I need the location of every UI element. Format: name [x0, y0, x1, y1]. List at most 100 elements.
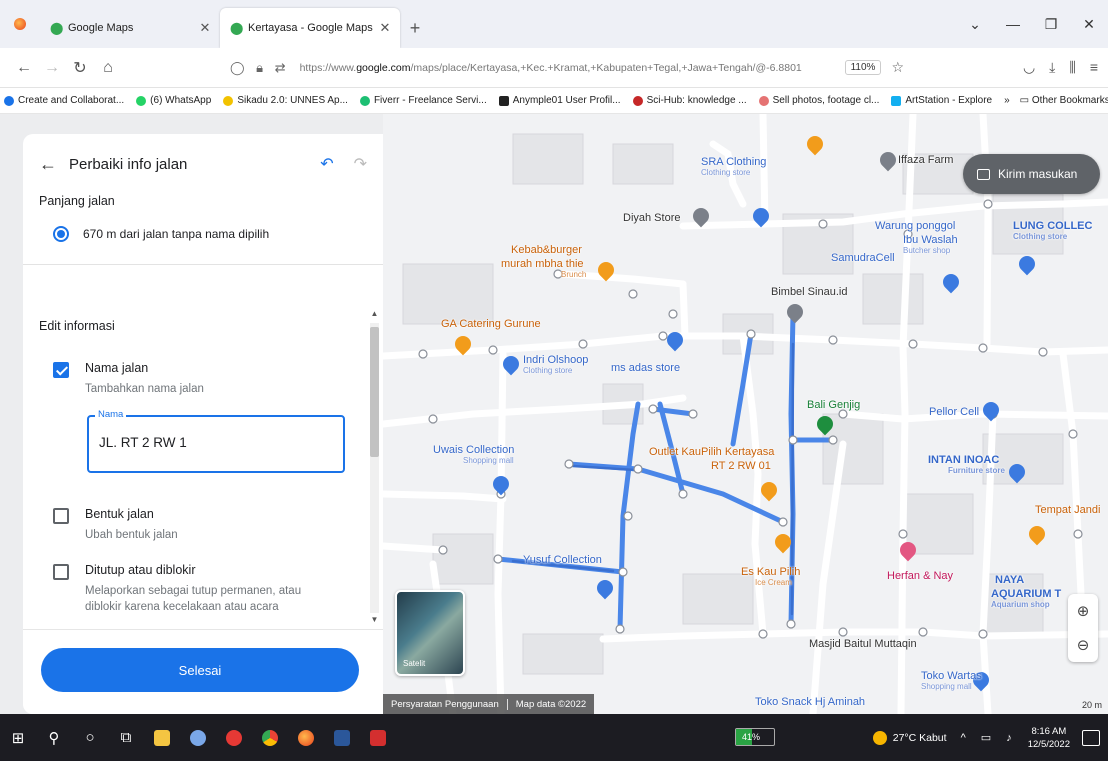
map-place-label[interactable]: Indri Olshoop Clothing store: [523, 354, 588, 375]
map-place-label[interactable]: Pellor Cell: [929, 406, 979, 418]
map-place-label[interactable]: murah mbha thie Brunch: [501, 258, 586, 279]
forward-arrow-icon[interactable]: →: [38, 59, 66, 77]
map-place-label[interactable]: Yusuf Collection: [523, 554, 602, 566]
road-name-checkbox[interactable]: [53, 362, 69, 378]
map-place-label[interactable]: Warung ponggol: [875, 220, 955, 232]
map-place-label[interactable]: RT 2 RW 01: [711, 460, 771, 472]
close-window-icon[interactable]: ✕: [1070, 16, 1108, 33]
bookmark-item[interactable]: Fiverr - Freelance Servi...: [359, 95, 487, 106]
edit-options-scroll[interactable]: Edit informasi Nama jalan Tambahkan nama…: [23, 299, 383, 629]
bookmark-item[interactable]: Anymple01 User Profil...: [498, 95, 621, 106]
pocket-icon[interactable]: ◡: [1023, 59, 1035, 76]
map-place-label[interactable]: NAYA: [995, 574, 1024, 586]
tab-list-chevron-icon[interactable]: ⌄: [956, 16, 994, 33]
cortana-icon[interactable]: ○: [72, 714, 108, 761]
downloads-icon[interactable]: ⤓: [1049, 59, 1055, 76]
bookmark-item[interactable]: Sell photos, footage cl...: [758, 95, 879, 106]
firefox-icon[interactable]: [288, 714, 324, 761]
road-closed-option[interactable]: Ditutup atau diblokir Melaporkan sebagai…: [23, 563, 383, 615]
clock[interactable]: 8:16 AM 12/5/2022: [1028, 725, 1070, 751]
road-shape-option[interactable]: Bentuk jalan Ubah bentuk jalan: [23, 507, 383, 543]
url-text[interactable]: https://www.google.com/maps/place/Kertay…: [300, 62, 845, 74]
new-tab-button[interactable]: +: [400, 8, 430, 48]
road-name-field[interactable]: Nama: [87, 409, 345, 473]
bookmarks-overflow-button[interactable]: »: [1004, 95, 1010, 106]
satellite-layer-button[interactable]: Satelit: [395, 590, 465, 676]
scroll-down-icon[interactable]: ▼: [370, 615, 379, 624]
windows-start-icon[interactable]: ⊞: [0, 714, 36, 761]
task-view-icon[interactable]: ⧉: [108, 714, 144, 761]
zoom-in-icon[interactable]: ⊕: [1068, 594, 1098, 628]
map-place-label[interactable]: Toko Wartas Shopping mall: [921, 670, 982, 691]
map-place-label[interactable]: GA Catering Gurune: [441, 318, 541, 330]
undo-icon[interactable]: ↶: [320, 154, 333, 174]
tab-kertayasa[interactable]: ⬤ Kertayasa - Google Maps ✕: [220, 8, 400, 48]
road-name-option[interactable]: Nama jalan Tambahkan nama jalan: [23, 361, 383, 397]
back-arrow-icon[interactable]: ←: [39, 154, 57, 175]
minimize-icon[interactable]: —: [994, 16, 1032, 32]
radio-selected[interactable]: [53, 226, 69, 242]
bookmark-item[interactable]: Sci-Hub: knowledge ...: [632, 95, 747, 106]
bookmark-item[interactable]: Create and Collaborat...: [4, 95, 124, 106]
url-bar[interactable]: ◯ 🔒︎ ⇄ https://www.google.com/maps/place…: [222, 54, 912, 82]
map-place-label[interactable]: Kebab&burger: [511, 244, 582, 256]
map-place-label[interactable]: ms adas store: [611, 362, 680, 374]
road-closed-checkbox[interactable]: [53, 564, 69, 580]
map-place-label[interactable]: LUNG COLLEC Clothing store: [1013, 220, 1092, 241]
camera-app-icon[interactable]: [216, 714, 252, 761]
road-length-option[interactable]: 670 m dari jalan tanpa nama dipilih: [23, 226, 383, 242]
map-place-label[interactable]: Masjid Baitul Muttaqin: [809, 638, 917, 650]
chrome-icon[interactable]: [252, 714, 288, 761]
map-place-label[interactable]: Iffaza Farm: [898, 154, 953, 166]
scroll-up-icon[interactable]: ▲: [370, 309, 379, 318]
map-place-label[interactable]: Bali Genjig: [807, 399, 860, 411]
terms-link[interactable]: Persyaratan Penggunaan: [383, 699, 507, 710]
search-icon[interactable]: ⚲: [36, 714, 72, 761]
zoom-level-badge[interactable]: 110%: [844, 60, 882, 75]
map-place-label[interactable]: Uwais Collection Shopping mall: [433, 444, 514, 465]
map-place-label[interactable]: SRA Clothing Clothing store: [701, 156, 766, 177]
bookmark-item[interactable]: (6) WhatsApp: [136, 95, 211, 106]
map-place-label[interactable]: Diyah Store: [623, 212, 680, 224]
weather-widget[interactable]: 27°C Kabut: [872, 730, 947, 745]
map-place-label[interactable]: Toko Snack Hj Aminah: [755, 696, 865, 708]
tab-google-maps[interactable]: ⬤ Google Maps ✕: [40, 8, 220, 48]
bookmark-item[interactable]: ArtStation - Explore: [891, 95, 992, 106]
scrollbar-thumb[interactable]: [370, 327, 379, 457]
bookmark-star-icon[interactable]: ☆: [891, 59, 904, 76]
map-place-label[interactable]: Bimbel Sinau.id: [771, 286, 847, 298]
map-place-label[interactable]: Tempat Jandi: [1035, 504, 1100, 516]
bookmark-item[interactable]: Sikadu 2.0: UNNES Ap...: [223, 95, 348, 106]
zoom-out-icon[interactable]: ⊖: [1068, 628, 1098, 662]
reload-icon[interactable]: ↻: [66, 58, 94, 78]
battery-indicator[interactable]: 41%: [735, 728, 775, 746]
tab-close-icon[interactable]: ✕: [198, 20, 212, 36]
panel-scrollbar[interactable]: ▲ ▼: [370, 309, 379, 629]
map-place-label[interactable]: Herfan & Nay: [887, 570, 953, 582]
home-icon[interactable]: ⌂: [94, 59, 122, 77]
map-canvas[interactable]: SRA Clothing Clothing store Diyah Store I…: [383, 114, 1108, 714]
menu-hamburger-icon[interactable]: ≡: [1090, 59, 1098, 76]
road-name-input[interactable]: [99, 435, 329, 450]
maximize-icon[interactable]: ❐: [1032, 16, 1070, 33]
done-button[interactable]: Selesai: [41, 648, 359, 692]
library-icon[interactable]: ⫼: [1069, 59, 1075, 76]
send-feedback-button[interactable]: Kirim masukan: [963, 154, 1100, 194]
map-place-label[interactable]: Outlet KauPilih Kertayasa: [649, 446, 774, 458]
map-place-label[interactable]: Ibu Waslah Butcher shop: [903, 234, 958, 255]
notification-icon[interactable]: [1082, 729, 1100, 746]
security-lock-icon[interactable]: ◯ 🔒︎ ⇄: [230, 60, 290, 76]
file-explorer-icon[interactable]: [144, 714, 180, 761]
tray-icons[interactable]: ^ ▭ ♪: [961, 731, 1018, 744]
acrobat-icon[interactable]: [360, 714, 396, 761]
back-arrow-icon[interactable]: ←: [10, 59, 38, 77]
map-place-label[interactable]: INTAN INOAC Furniture store: [928, 454, 1005, 475]
redo-icon[interactable]: ↷: [354, 154, 367, 174]
word-icon[interactable]: [324, 714, 360, 761]
map-place-label[interactable]: SamudraCell: [831, 252, 895, 264]
other-bookmarks-folder[interactable]: ▭ Other Bookmarks: [1020, 95, 1108, 106]
map-place-label[interactable]: AQUARIUM T Aquarium shop: [991, 588, 1061, 609]
tab-close-icon[interactable]: ✕: [378, 20, 392, 36]
map-place-label[interactable]: Es Kau Pilih Ice Cream: [741, 566, 800, 587]
paint-icon[interactable]: [180, 714, 216, 761]
